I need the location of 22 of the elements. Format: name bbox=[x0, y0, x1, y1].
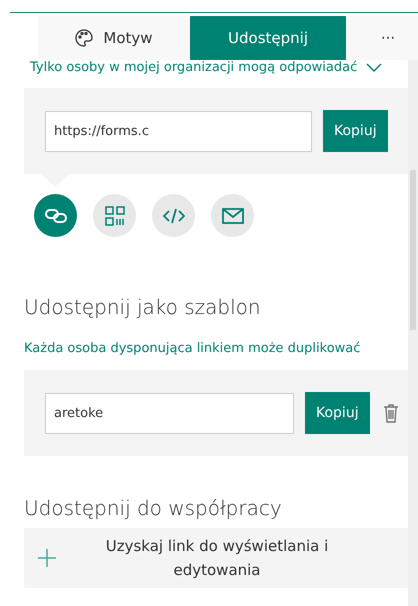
link-field[interactable]: https://forms.c bbox=[45, 110, 312, 152]
plus-icon bbox=[38, 549, 56, 567]
trash-icon[interactable] bbox=[382, 404, 399, 422]
share-method-button[interactable] bbox=[93, 194, 136, 237]
share-method-button[interactable] bbox=[152, 194, 195, 237]
link-icon bbox=[44, 208, 66, 222]
template-note: Każda osoba dysponująca linkiem może duplikować bbox=[24, 341, 362, 356]
copy-button[interactable]: Kopiuj bbox=[305, 392, 370, 434]
palette-icon bbox=[75, 29, 94, 47]
chevron-down-icon bbox=[366, 62, 382, 72]
share-method-button[interactable] bbox=[211, 194, 254, 237]
template-link-field[interactable]: aretoke bbox=[45, 392, 294, 434]
code-icon bbox=[162, 208, 184, 224]
share-method-button[interactable] bbox=[34, 194, 77, 237]
section-heading: Udostępnij jako szablon bbox=[24, 295, 262, 319]
copy-button[interactable]: Kopiuj bbox=[323, 110, 388, 152]
qr-code-icon bbox=[104, 206, 124, 226]
section-heading: Udostępnij do współpracy bbox=[24, 496, 283, 520]
tab[interactable]: Udostępnij bbox=[190, 16, 346, 60]
envelope-icon bbox=[222, 208, 244, 224]
get-link-button[interactable]: Uzyskaj link do wyświetlania i edytowania bbox=[24, 528, 408, 588]
scrollbar[interactable] bbox=[408, 60, 418, 606]
